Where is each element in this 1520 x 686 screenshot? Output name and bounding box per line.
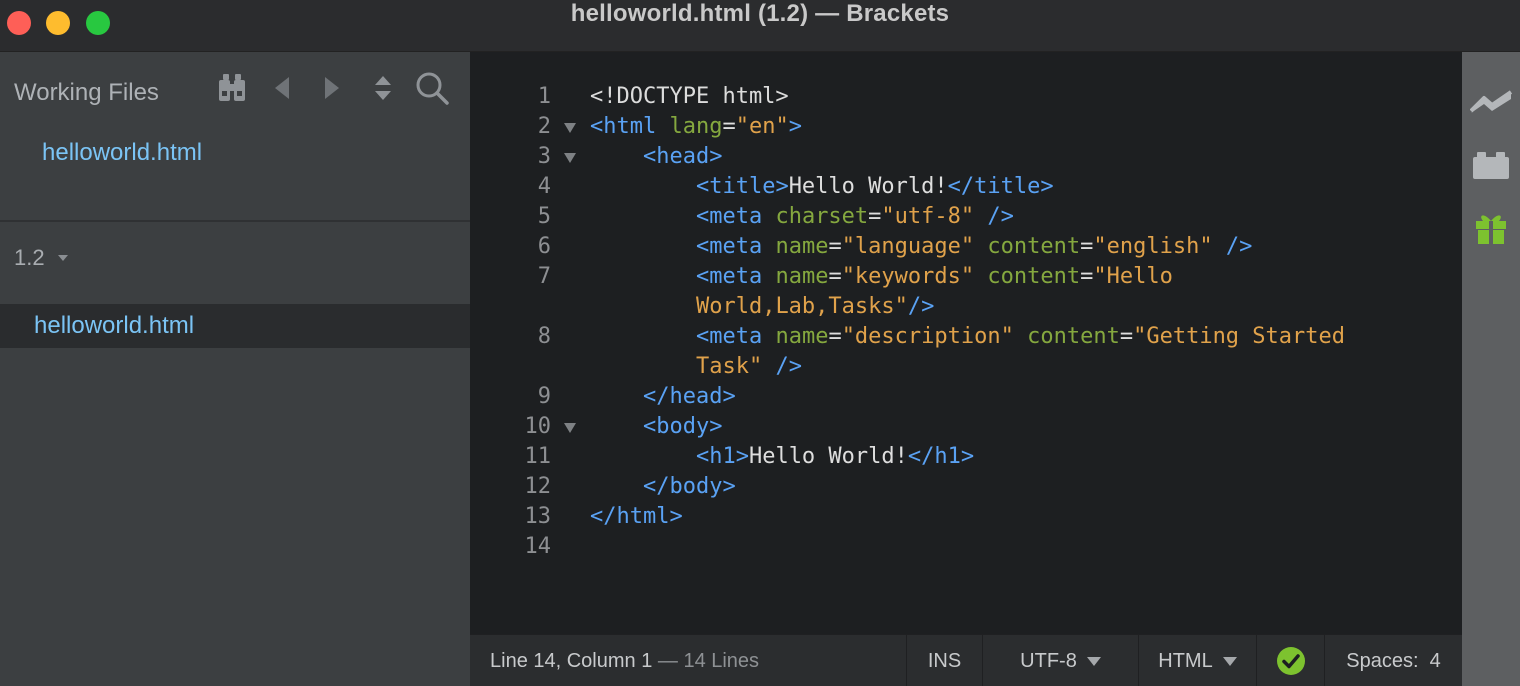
code-line[interactable]: 2 <html lang="en">: [470, 114, 1462, 144]
code-line[interactable]: 9 </head>: [470, 384, 1462, 414]
code-editor[interactable]: 1 <!DOCTYPE html> 2 <html lang="en"> 3 <head…: [470, 52, 1462, 634]
chevron-down-icon[interactable]: [58, 255, 68, 261]
code-text: <html lang="en">: [590, 114, 802, 139]
status-bar: Line 14, Column 1 — 14 Lines INS UTF-8 H…: [470, 634, 1462, 686]
code-line[interactable]: 10 <body>: [470, 414, 1462, 444]
line-number: 6: [537, 234, 551, 259]
forward-arrow-icon[interactable]: [314, 70, 350, 106]
chevron-down-icon: [1222, 656, 1237, 666]
code-line[interactable]: 11 <h1>Hello World!</h1>: [470, 444, 1462, 474]
code-text: </body>: [642, 474, 736, 499]
right-toolbar: [1462, 52, 1520, 686]
code-line[interactable]: 13 </html>: [470, 504, 1462, 534]
encoding-label: UTF-8: [1020, 649, 1077, 672]
code-line[interactable]: 6 <meta name="language" content="english…: [470, 234, 1462, 264]
fold-arrow-icon[interactable]: [564, 153, 576, 163]
line-number: 14: [524, 534, 552, 559]
file-tree-item-label[interactable]: helloworld.html: [34, 312, 194, 340]
code-text: <meta name="description" content="Gettin…: [695, 324, 1346, 349]
code-line[interactable]: 5 <meta charset="utf-8" />: [470, 204, 1462, 234]
spaces-label: Spaces:: [1346, 649, 1419, 672]
gift-icon[interactable]: [1470, 210, 1512, 246]
line-number: 5: [537, 204, 551, 229]
indent-spaces[interactable]: Spaces: 4: [1324, 635, 1462, 686]
line-number: 13: [524, 504, 552, 529]
code-text: <meta name="language" content="english" …: [695, 234, 1253, 259]
file-tree-item[interactable]: helloworld.html: [0, 304, 470, 348]
code-text: <body>: [642, 414, 723, 439]
lint-status[interactable]: [1256, 635, 1324, 686]
line-number: 8: [537, 324, 551, 349]
code-line[interactable]: 1 <!DOCTYPE html>: [470, 84, 1462, 114]
extension-manager-icon[interactable]: [1470, 147, 1512, 183]
working-files-panel: Working Files helloworld.html: [0, 52, 470, 222]
line-number: 4: [537, 174, 551, 199]
line-number: 11: [524, 444, 552, 469]
fold-arrow-icon[interactable]: [564, 423, 576, 433]
line-number: 1: [537, 84, 551, 109]
code-text: </head>: [642, 384, 736, 409]
fold-arrow-icon[interactable]: [564, 123, 576, 133]
chevron-down-icon: [1086, 656, 1101, 666]
code-line[interactable]: 4 <title>Hello World!</title>: [470, 174, 1462, 204]
code-text: <meta charset="utf-8" />: [695, 204, 1014, 229]
code-line[interactable]: 7 <meta name="keywords" content="Hello: [470, 264, 1462, 294]
working-files-title: Working Files: [14, 79, 159, 106]
project-name[interactable]: 1.2: [14, 245, 45, 271]
sidebar: Working Files helloworld.html 1.2 hellow…: [0, 52, 470, 686]
code-text: <title>Hello World!</title>: [695, 174, 1054, 199]
working-file-item[interactable]: helloworld.html: [42, 139, 202, 167]
language-select[interactable]: HTML: [1138, 635, 1256, 686]
line-number: 12: [524, 474, 552, 499]
spaces-value[interactable]: 4: [1430, 650, 1441, 673]
code-text: </html>: [590, 504, 683, 529]
back-arrow-icon[interactable]: [264, 70, 300, 106]
code-line[interactable]: World,Lab,Tasks"/>: [470, 294, 1462, 324]
code-line[interactable]: 12 </body>: [470, 474, 1462, 504]
line-count: — 14 Lines: [652, 650, 760, 672]
sort-icon[interactable]: [365, 70, 401, 106]
code-text: Task" />: [695, 354, 802, 379]
cursor-position[interactable]: Line 14, Column 1 — 14 Lines: [490, 650, 759, 673]
line-number: 3: [537, 144, 551, 169]
check-circle-icon: [1276, 647, 1305, 675]
code-text: <meta name="keywords" content="Hello: [695, 264, 1173, 289]
language-label: HTML: [1158, 649, 1213, 672]
code-line[interactable]: 14: [470, 534, 1462, 564]
search-icon[interactable]: [414, 70, 450, 106]
line-number: 9: [537, 384, 551, 409]
line-number: 10: [524, 414, 552, 439]
code-line[interactable]: 8 <meta name="description" content="Gett…: [470, 324, 1462, 354]
insert-mode-toggle[interactable]: INS: [906, 635, 982, 686]
cursor-position-label: Line 14, Column 1: [490, 650, 653, 672]
line-number: 7: [537, 264, 551, 289]
line-number: 2: [537, 114, 551, 139]
insert-mode-label: INS: [927, 649, 962, 672]
title-bar: helloworld.html (1.2) — Brackets: [0, 0, 1520, 52]
encoding-select[interactable]: UTF-8: [982, 635, 1138, 686]
code-text: <h1>Hello World!</h1>: [695, 444, 975, 469]
code-line[interactable]: Task" />: [470, 354, 1462, 384]
window-title: helloworld.html (1.2) — Brackets: [570, 0, 950, 27]
live-preview-icon[interactable]: [1470, 84, 1512, 120]
code-text: World,Lab,Tasks"/>: [695, 294, 935, 319]
code-text: <!DOCTYPE html>: [590, 84, 789, 109]
code-line[interactable]: 3 <head>: [470, 144, 1462, 174]
code-text: <head>: [642, 144, 723, 169]
project-header[interactable]: 1.2: [0, 224, 470, 304]
binoculars-icon[interactable]: [214, 70, 250, 106]
